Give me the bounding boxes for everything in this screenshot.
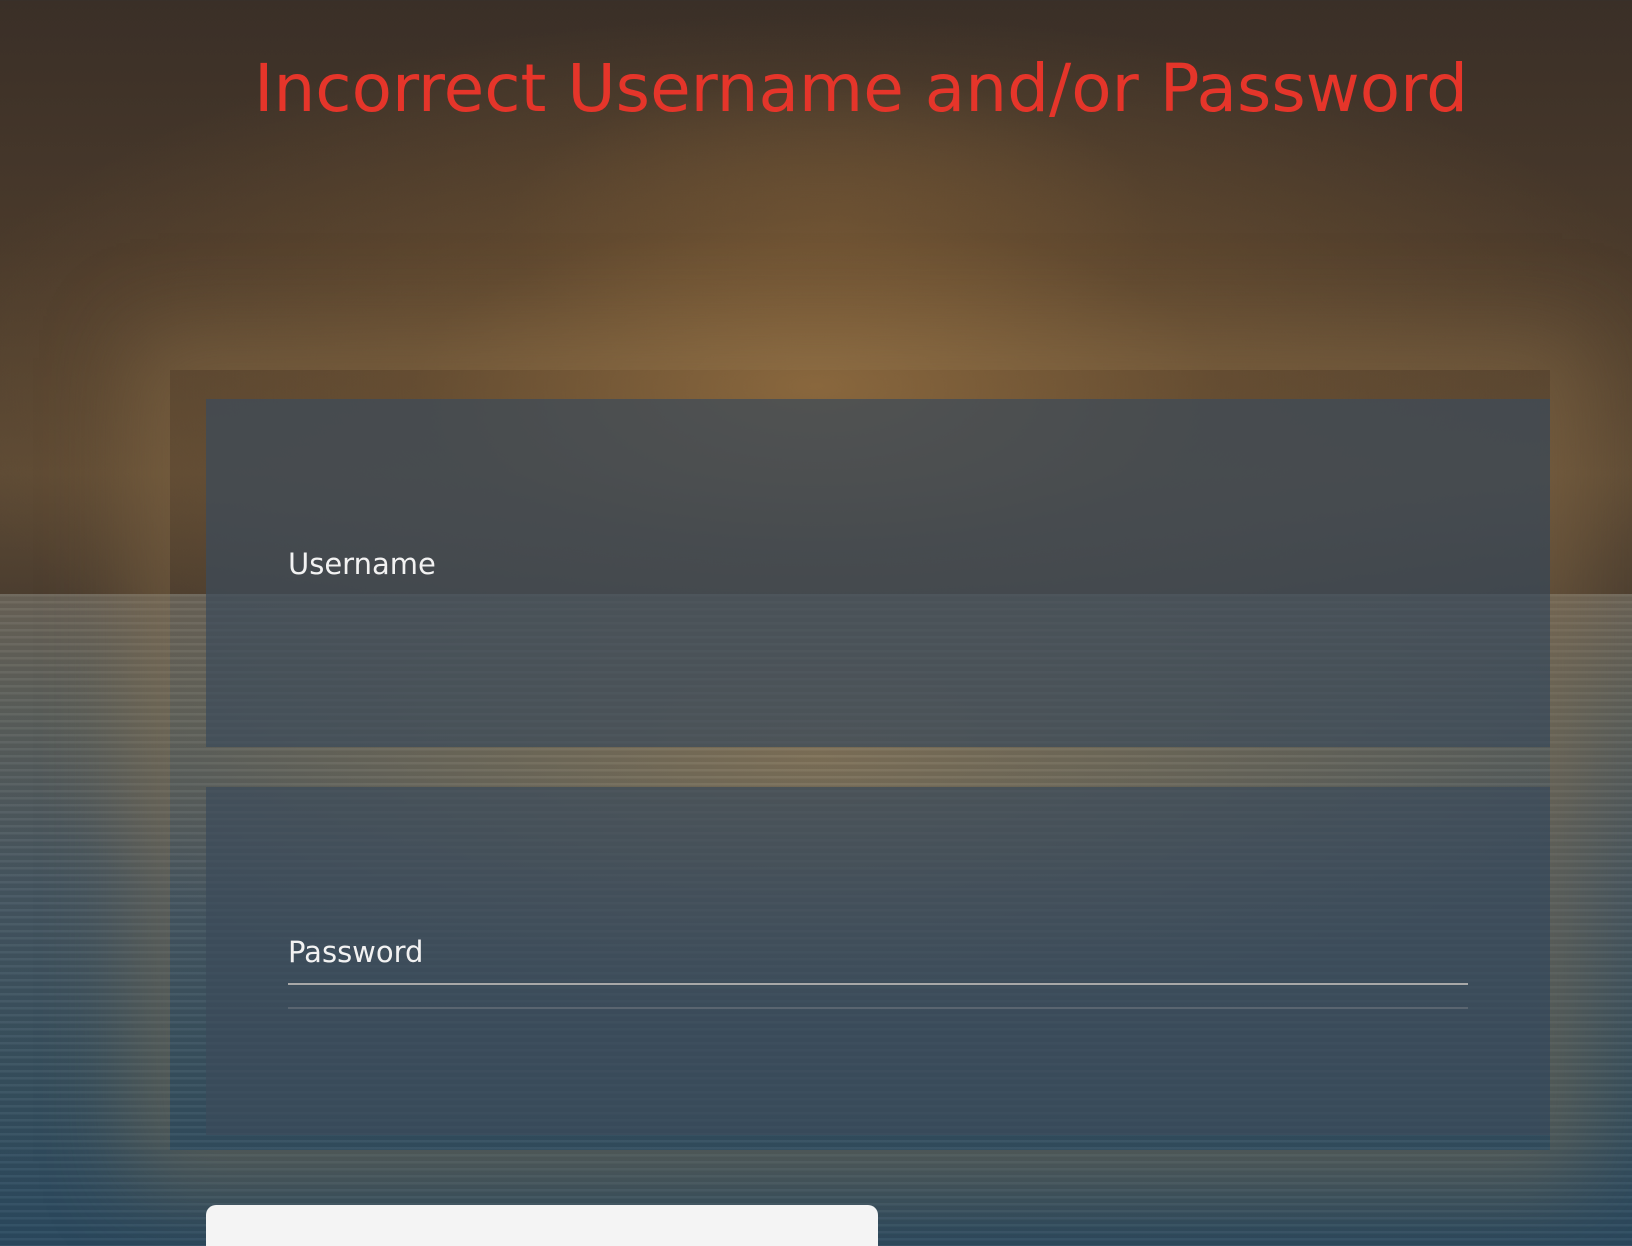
username-panel: Username [206,399,1550,1009]
username-label: Username [288,547,436,581]
password-panel: Password [206,787,1550,1135]
login-button[interactable] [206,1205,878,1246]
error-message: Incorrect Username and/or Password [254,50,1468,127]
password-input[interactable] [288,925,1468,985]
